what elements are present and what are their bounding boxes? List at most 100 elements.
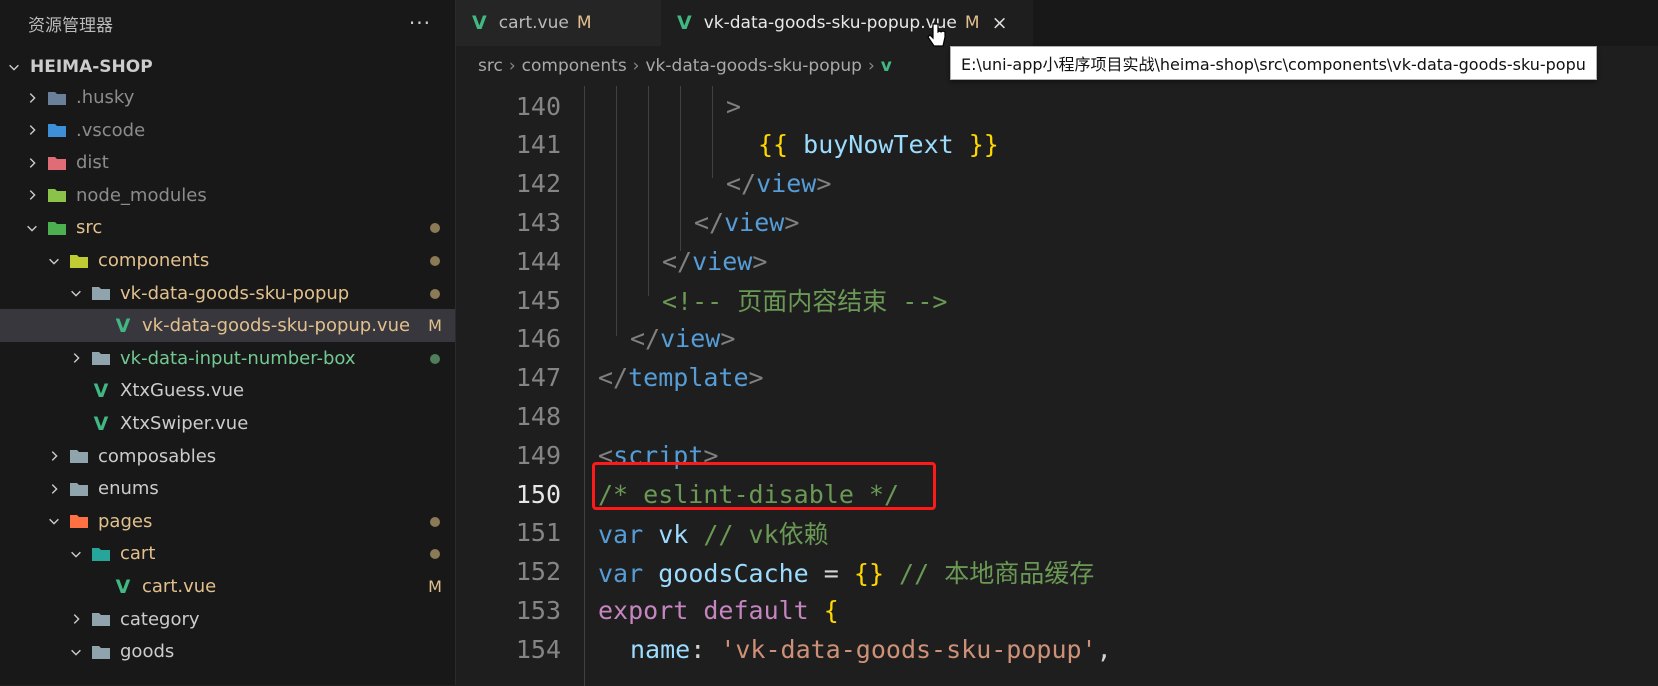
chevron-down-icon (46, 505, 62, 538)
item-label: node_modules (76, 184, 207, 206)
folder-item[interactable]: .husky (0, 81, 455, 114)
line-content: name: 'vk-data-goods-sku-popup', (630, 635, 1112, 664)
close-icon[interactable]: × (992, 12, 1008, 34)
line-content: </view> (726, 169, 831, 198)
vscode-folder-icon (46, 119, 68, 141)
explorer-title: 资源管理器 (28, 15, 113, 36)
line-number: 146 (515, 324, 561, 354)
chevron-right-icon (68, 603, 84, 636)
breadcrumb-item[interactable]: src (478, 56, 503, 76)
file-item[interactable]: V XtxGuess.vue (0, 374, 455, 407)
code-token: // 本地商品缓存 (884, 558, 1095, 588)
item-label: .vscode (76, 119, 146, 141)
item-label: .husky (76, 87, 135, 108)
vue-icon: V (93, 412, 109, 435)
modified-dot-icon (415, 251, 455, 270)
tab-label: vk-data-goods-sku-popup.vue (703, 13, 957, 33)
file-item[interactable]: Vcart.vue M (0, 570, 455, 603)
code-line: 143 </view> (456, 202, 1658, 242)
code-line: 145 <!-- 页面内容结束 --> (456, 280, 1658, 320)
line-number: 141 (515, 130, 561, 160)
tab-vk-data-goods-sku-popup[interactable]: V vk-data-goods-sku-popup.vue M × (661, 0, 1033, 46)
tab-cart-vue[interactable]: V cart.vue M (456, 0, 661, 46)
tab-label: cart.vue (498, 13, 569, 33)
line-number: 148 (515, 401, 561, 431)
breadcrumb-item[interactable]: vk-data-goods-sku-popup (645, 56, 861, 76)
code-line: 147 </template> (456, 358, 1658, 398)
code-token: > (726, 91, 742, 121)
modified-dot-icon (415, 218, 455, 237)
annotation-highlight-box (592, 462, 936, 510)
breadcrumb-item[interactable]: components (522, 56, 627, 76)
chevron-right-icon: › (508, 56, 516, 76)
code-token: var (598, 558, 659, 588)
chevron-down-icon (24, 211, 40, 244)
line-content: </view> (662, 247, 767, 276)
code-token: > (816, 169, 832, 199)
untracked-dot-icon (415, 349, 455, 368)
chevron-down-icon (6, 50, 22, 83)
line-number: 142 (515, 169, 561, 199)
folder-item[interactable]: components (0, 244, 455, 277)
line-content: > (726, 92, 741, 121)
file-item[interactable]: V XtxSwiper.vue (0, 407, 455, 440)
folder-icon (68, 478, 90, 500)
explorer-header: 资源管理器 ··· (0, 0, 455, 46)
code-token: </ (726, 169, 757, 199)
code-token: export default (598, 595, 824, 625)
node-folder-icon (46, 184, 68, 206)
code-token: 'vk-data-goods-sku-popup' (720, 634, 1097, 664)
code-line: 151 var vk // vk依赖 (456, 513, 1658, 553)
code-line: 141 {{ buyNowText }} (456, 125, 1658, 165)
vue-icon: V (472, 12, 487, 34)
folder-icon (90, 282, 112, 304)
item-label: src (76, 217, 103, 239)
breadcrumb-item[interactable]: v (881, 56, 892, 76)
folder-item[interactable]: category (0, 603, 455, 636)
folder-item[interactable]: .vscode (0, 114, 455, 147)
item-label: pages (98, 510, 153, 532)
folder-item[interactable]: goods (0, 635, 455, 668)
folder-item[interactable]: vk-data-input-number-box (0, 342, 455, 375)
code-token: <!-- 页面内容结束 --> (662, 287, 948, 316)
code-line: 140 > (456, 86, 1658, 126)
folder-item[interactable]: dist (0, 146, 455, 179)
vue-icon: V (677, 12, 692, 34)
vue-icon: V (115, 575, 131, 598)
path-tooltip: E:\uni-app小程序项目实战\heima-shop\src\compone… (950, 46, 1597, 80)
code-token: // vk依赖 (688, 519, 829, 549)
project-root[interactable]: HEIMA-SHOP (0, 50, 455, 83)
line-number: 145 (515, 285, 561, 315)
code-token: {{ (758, 130, 804, 160)
folder-item[interactable]: enums (0, 472, 455, 505)
folder-item[interactable]: composables (0, 440, 455, 473)
code-token: </ (694, 207, 725, 237)
folder-item[interactable]: cart (0, 537, 455, 570)
folder-icon (68, 445, 90, 467)
code-token: vk (658, 519, 689, 549)
src-folder-icon (46, 217, 68, 239)
code-token: > (784, 207, 800, 237)
code-token: </ (598, 363, 629, 393)
project-name: HEIMA-SHOP (30, 56, 153, 77)
modified-badge: M (428, 316, 442, 336)
file-item[interactable]: Vvk-data-goods-sku-popup.vue M (0, 309, 455, 343)
folder-item[interactable]: pages (0, 505, 455, 538)
line-number: 143 (515, 207, 561, 237)
folder-item[interactable]: vk-data-goods-sku-popup (0, 277, 455, 310)
more-actions-button[interactable]: ··· (409, 11, 431, 35)
item-label: goods (120, 641, 175, 663)
chevron-right-icon: › (632, 56, 640, 76)
modified-dot-icon (415, 284, 455, 303)
chevron-right-icon (68, 342, 84, 375)
code-token: view (756, 169, 817, 199)
folder-item[interactable]: src (0, 211, 455, 244)
line-content: </view> (630, 324, 735, 353)
code-token: </ (630, 324, 661, 354)
line-content: </view> (694, 208, 799, 237)
chevron-down-icon (68, 635, 84, 668)
folder-item[interactable]: node_modules (0, 179, 455, 212)
code-token: view (660, 324, 721, 354)
code-line: 152 var goodsCache = {} // 本地商品缓存 (456, 552, 1658, 592)
code-token: > (720, 324, 736, 354)
